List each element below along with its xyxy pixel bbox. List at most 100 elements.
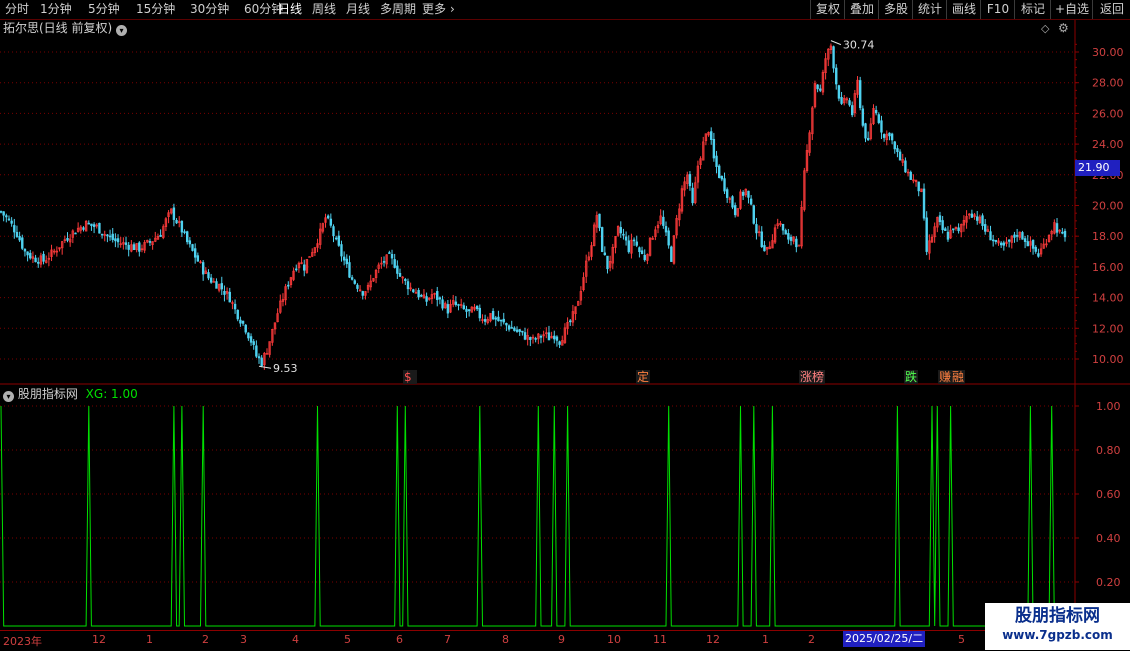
candle-body: [412, 289, 415, 293]
candle-body: [353, 280, 356, 284]
candle-body: [896, 148, 899, 152]
candle-body: [92, 224, 96, 227]
candle-body: [624, 236, 628, 241]
candle-body: [797, 244, 801, 247]
candle-body: [890, 133, 894, 141]
candle-body: [1007, 239, 1011, 242]
candle-body: [236, 309, 239, 320]
candle-body: [132, 244, 136, 251]
candle-body: [710, 131, 713, 140]
candle-body: [462, 305, 466, 310]
candle-body: [539, 335, 543, 338]
candle-body: [18, 236, 21, 241]
high-marker-line: [830, 40, 842, 46]
time-axis: 2023年 12 1 2 3 4 5 6 7 8 9 10 11 12 1 2 5 2025/02/25/二: [0, 630, 1075, 651]
low-price-label: 9.53: [273, 362, 298, 375]
time-axis-label: 8: [502, 633, 509, 646]
candle-body: [763, 245, 766, 252]
candle-body: [454, 301, 458, 305]
candle-body: [393, 259, 396, 268]
candle-body: [223, 291, 226, 295]
candle-body: [42, 253, 45, 262]
candle-body: [417, 290, 420, 298]
candle-body: [874, 109, 878, 114]
candle-body: [983, 224, 987, 232]
candle-body: [247, 332, 250, 339]
candle-body: [100, 233, 104, 236]
candle-body: [111, 233, 114, 240]
time-axis-label: 9: [558, 633, 565, 646]
candle-body: [1002, 242, 1006, 246]
candle-body: [760, 231, 763, 247]
y-tick-label: 26.00: [1092, 107, 1124, 120]
indicator-y-tick-label: 0.20: [1096, 576, 1121, 589]
candle-body: [784, 230, 787, 235]
candle-body: [345, 258, 348, 265]
candle-body: [425, 296, 428, 302]
time-axis-label: 12: [92, 633, 106, 646]
candle-body: [510, 327, 513, 329]
candle-body: [441, 299, 444, 309]
indicator-y-tick-label: 1.00: [1096, 400, 1121, 413]
current-price-badge: 21.90: [1075, 160, 1120, 176]
candle-body: [1034, 246, 1037, 252]
candle-body: [499, 319, 503, 322]
time-axis-label: 1: [762, 633, 769, 646]
candle-body: [138, 242, 141, 252]
time-axis-label: 6: [396, 633, 403, 646]
xg-signal-line: [0, 405, 1065, 627]
kline-chart[interactable]: 30.749.53 30.0028.0026.0024.0022.0020.00…: [0, 0, 1130, 650]
candle-body: [725, 189, 729, 198]
candle-body: [37, 261, 40, 264]
time-axis-label: 4: [292, 633, 299, 646]
y-tick-label: 16.00: [1092, 261, 1124, 274]
candle-body: [436, 291, 439, 300]
candle-body: [752, 205, 755, 224]
candle-body: [457, 304, 460, 306]
candle-body: [342, 256, 346, 261]
candle-body: [569, 320, 572, 323]
candle-body: [215, 281, 218, 289]
candle-body: [382, 261, 386, 263]
candle-body: [5, 215, 8, 218]
candle-body: [922, 188, 926, 219]
candle-body: [252, 341, 255, 345]
candle-body: [832, 46, 835, 69]
candle-body: [396, 265, 399, 274]
candle-body: [0, 211, 3, 213]
candle-body: [287, 284, 290, 287]
candle-body: [465, 308, 468, 312]
candle-body: [350, 277, 354, 280]
candle-body: [991, 239, 995, 242]
candle-body: [515, 329, 519, 332]
candle-body: [127, 244, 130, 250]
candle-body: [635, 241, 638, 246]
candle-body: [534, 338, 537, 340]
candle-body: [880, 120, 883, 133]
candle-body: [233, 303, 237, 310]
y-tick-label: 28.00: [1092, 77, 1124, 90]
candle-body: [10, 220, 13, 224]
candle-body: [755, 224, 758, 234]
candle-body: [183, 231, 186, 233]
candle-body: [180, 220, 184, 233]
candle-body: [90, 223, 93, 226]
candle-body: [13, 225, 16, 233]
candle-body: [388, 252, 391, 254]
candle-body: [124, 242, 128, 245]
candle-body: [220, 283, 223, 290]
event-tag: $: [404, 370, 412, 384]
candle-body: [627, 240, 630, 253]
candle-body: [257, 356, 261, 359]
candle-body: [691, 187, 694, 204]
candle-body: [603, 252, 607, 256]
candle-body: [1031, 239, 1035, 249]
candle-body: [74, 232, 77, 235]
candle-body: [858, 80, 862, 109]
candle-body: [723, 178, 726, 192]
candle-body: [172, 207, 176, 220]
time-axis-label: 7: [444, 633, 451, 646]
candle-body: [420, 295, 423, 297]
event-tag: 涨榜: [800, 369, 824, 384]
candle-body: [1015, 235, 1019, 237]
